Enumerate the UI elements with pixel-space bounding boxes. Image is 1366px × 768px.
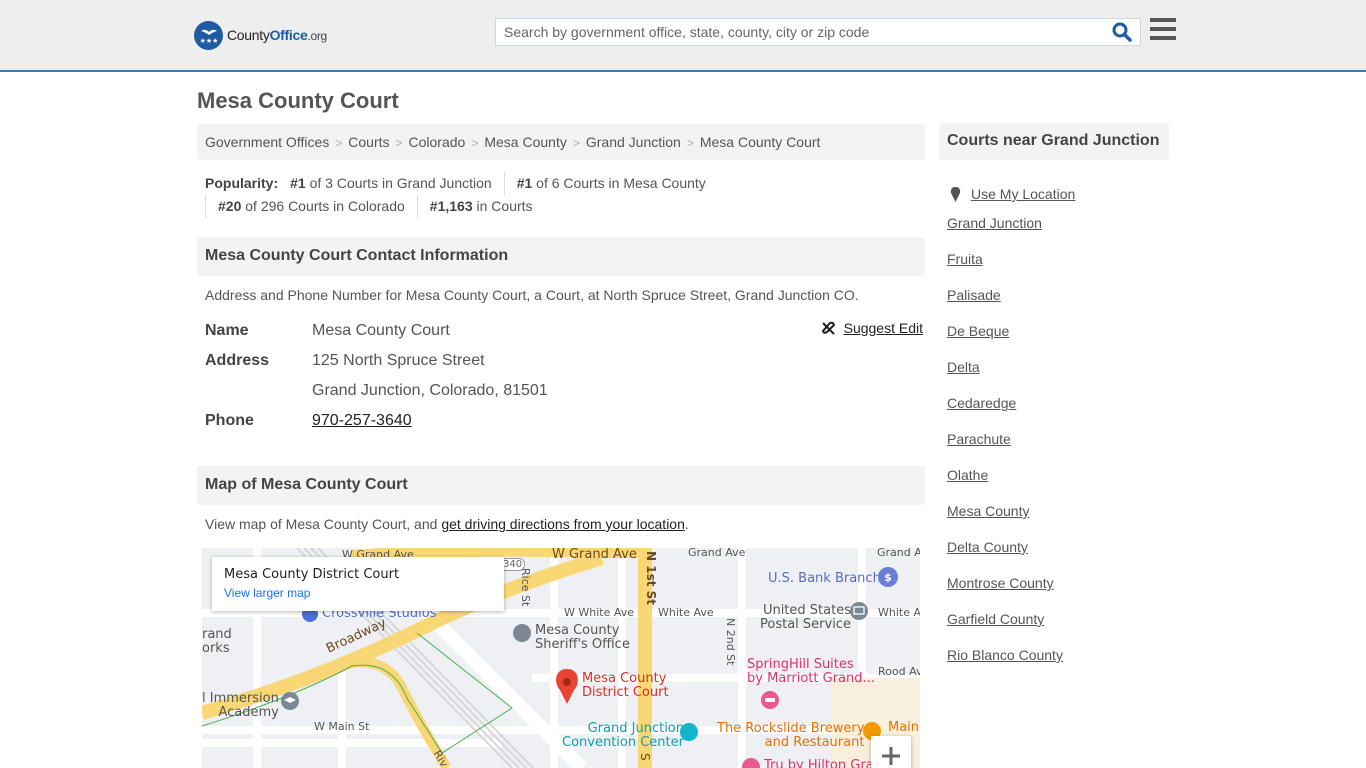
map-zoom-in-button[interactable] <box>871 736 911 768</box>
map-marker-icon <box>556 669 578 704</box>
breadcrumb-government-offices[interactable]: Government Offices <box>205 134 329 150</box>
hamburger-menu-icon[interactable] <box>1150 18 1176 42</box>
police-pin-icon <box>513 624 531 642</box>
search-button[interactable] <box>1112 22 1134 44</box>
svg-text:$: $ <box>884 571 892 584</box>
map-info-card: Mesa County District Court View larger m… <box>212 557 504 611</box>
breadcrumb-mesa-county[interactable]: Mesa County <box>484 134 566 150</box>
chevron-right-icon: > <box>572 136 580 150</box>
sidebar-link-cedaredge[interactable]: Cedaredge <box>947 392 1075 428</box>
embedded-map[interactable]: W Grand Ave W Grand Ave Grand Ave Grand … <box>202 548 920 768</box>
edit-icon <box>821 321 835 335</box>
search-icon <box>1112 22 1132 42</box>
popularity-item: #1 of 6 Courts in Mesa County <box>503 172 718 195</box>
chevron-right-icon: > <box>395 136 403 150</box>
popularity-label: Popularity: <box>205 175 279 191</box>
breadcrumb: Government Offices > Courts > Colorado > Mesa … <box>197 124 925 160</box>
sidebar-link-delta-county[interactable]: Delta County <box>947 536 1075 572</box>
address-row-2: Grand Junction, Colorado, 81501 <box>205 376 923 406</box>
chevron-right-icon: > <box>686 136 694 150</box>
address-line1: 125 North Spruce Street <box>312 352 485 369</box>
name-row: Name Mesa County Court <box>205 322 450 339</box>
sidebar-link-garfield-county[interactable]: Garfield County <box>947 608 1075 644</box>
sidebar-link-mesa-county[interactable]: Mesa County <box>947 500 1075 536</box>
contact-description: Address and Phone Number for Mesa County… <box>205 287 859 303</box>
site-logo[interactable]: ★★★ CountyOffice.org <box>194 20 327 50</box>
address-row: Address 125 North Spruce Street <box>205 352 485 369</box>
nearby-courts-list: Use My Location Grand Junction Fruita Pa… <box>947 176 1075 680</box>
address-line2: Grand Junction, Colorado, 81501 <box>312 382 548 399</box>
phone-row: Phone 970-257-3640 <box>205 412 412 429</box>
popularity-item: #20 of 296 Courts in Colorado <box>205 195 417 218</box>
bank-pin-icon: $ <box>878 567 898 587</box>
popularity-stats: Popularity: #1 of 3 Courts in Grand Junc… <box>205 172 925 218</box>
map-heading: Map of Mesa County Court <box>197 466 925 505</box>
hotel-pin-icon <box>761 691 779 709</box>
use-my-location-link[interactable]: Use My Location <box>971 183 1075 205</box>
chevron-right-icon: > <box>335 136 343 150</box>
sidebar-link-de-beque[interactable]: De Beque <box>947 320 1075 356</box>
popularity-item: #1 of 3 Courts in Grand Junction <box>290 175 492 191</box>
search-box <box>495 18 1141 46</box>
site-header: ★★★ CountyOffice.org <box>0 0 1366 72</box>
sidebar-link-parachute[interactable]: Parachute <box>947 428 1075 464</box>
sidebar-link-rio-blanco-county[interactable]: Rio Blanco County <box>947 644 1075 680</box>
breadcrumb-courts[interactable]: Courts <box>348 134 389 150</box>
use-my-location: Use My Location <box>947 176 1075 212</box>
convention-pin-icon <box>680 723 698 741</box>
phone-link[interactable]: 970-257-3640 <box>312 412 412 429</box>
court-name: Mesa County Court <box>312 322 450 339</box>
post-office-pin-icon <box>850 602 868 620</box>
sidebar-heading: Courts near Grand Junction <box>939 123 1169 160</box>
breadcrumb-grand-junction[interactable]: Grand Junction <box>586 134 681 150</box>
breadcrumb-colorado[interactable]: Colorado <box>409 134 466 150</box>
driving-directions-link[interactable]: get driving directions from your locatio… <box>441 516 685 532</box>
search-input[interactable] <box>496 19 1106 45</box>
svg-text:★★★: ★★★ <box>199 37 218 45</box>
eagle-logo-icon: ★★★ <box>194 20 223 50</box>
popularity-item: #1,163 in Courts <box>416 195 545 218</box>
sidebar-link-fruita[interactable]: Fruita <box>947 248 1075 284</box>
sidebar-link-palisade[interactable]: Palisade <box>947 284 1075 320</box>
school-pin-icon <box>281 692 299 710</box>
view-larger-map-link[interactable]: View larger map <box>224 586 492 600</box>
sidebar-link-montrose-county[interactable]: Montrose County <box>947 572 1075 608</box>
logo-wordmark: CountyOffice.org <box>227 27 327 43</box>
breadcrumb-current[interactable]: Mesa County Court <box>700 134 821 150</box>
sidebar-link-delta[interactable]: Delta <box>947 356 1075 392</box>
map-description: View map of Mesa County Court, and get d… <box>205 516 689 532</box>
chevron-right-icon: > <box>471 136 479 150</box>
contact-details: Suggest Edit Name Mesa County Court Addre… <box>205 316 923 436</box>
hotel-pin-icon <box>742 758 760 768</box>
contact-heading: Mesa County Court Contact Information <box>197 237 925 276</box>
plus-icon <box>882 747 900 765</box>
sidebar-link-grand-junction[interactable]: Grand Junction <box>947 212 1075 248</box>
page-title: Mesa County Court <box>197 88 399 113</box>
suggest-edit-link[interactable]: Suggest Edit <box>821 320 923 336</box>
location-pin-icon <box>950 186 961 202</box>
map-card-title: Mesa County District Court <box>224 567 400 582</box>
sidebar-link-olathe[interactable]: Olathe <box>947 464 1075 500</box>
